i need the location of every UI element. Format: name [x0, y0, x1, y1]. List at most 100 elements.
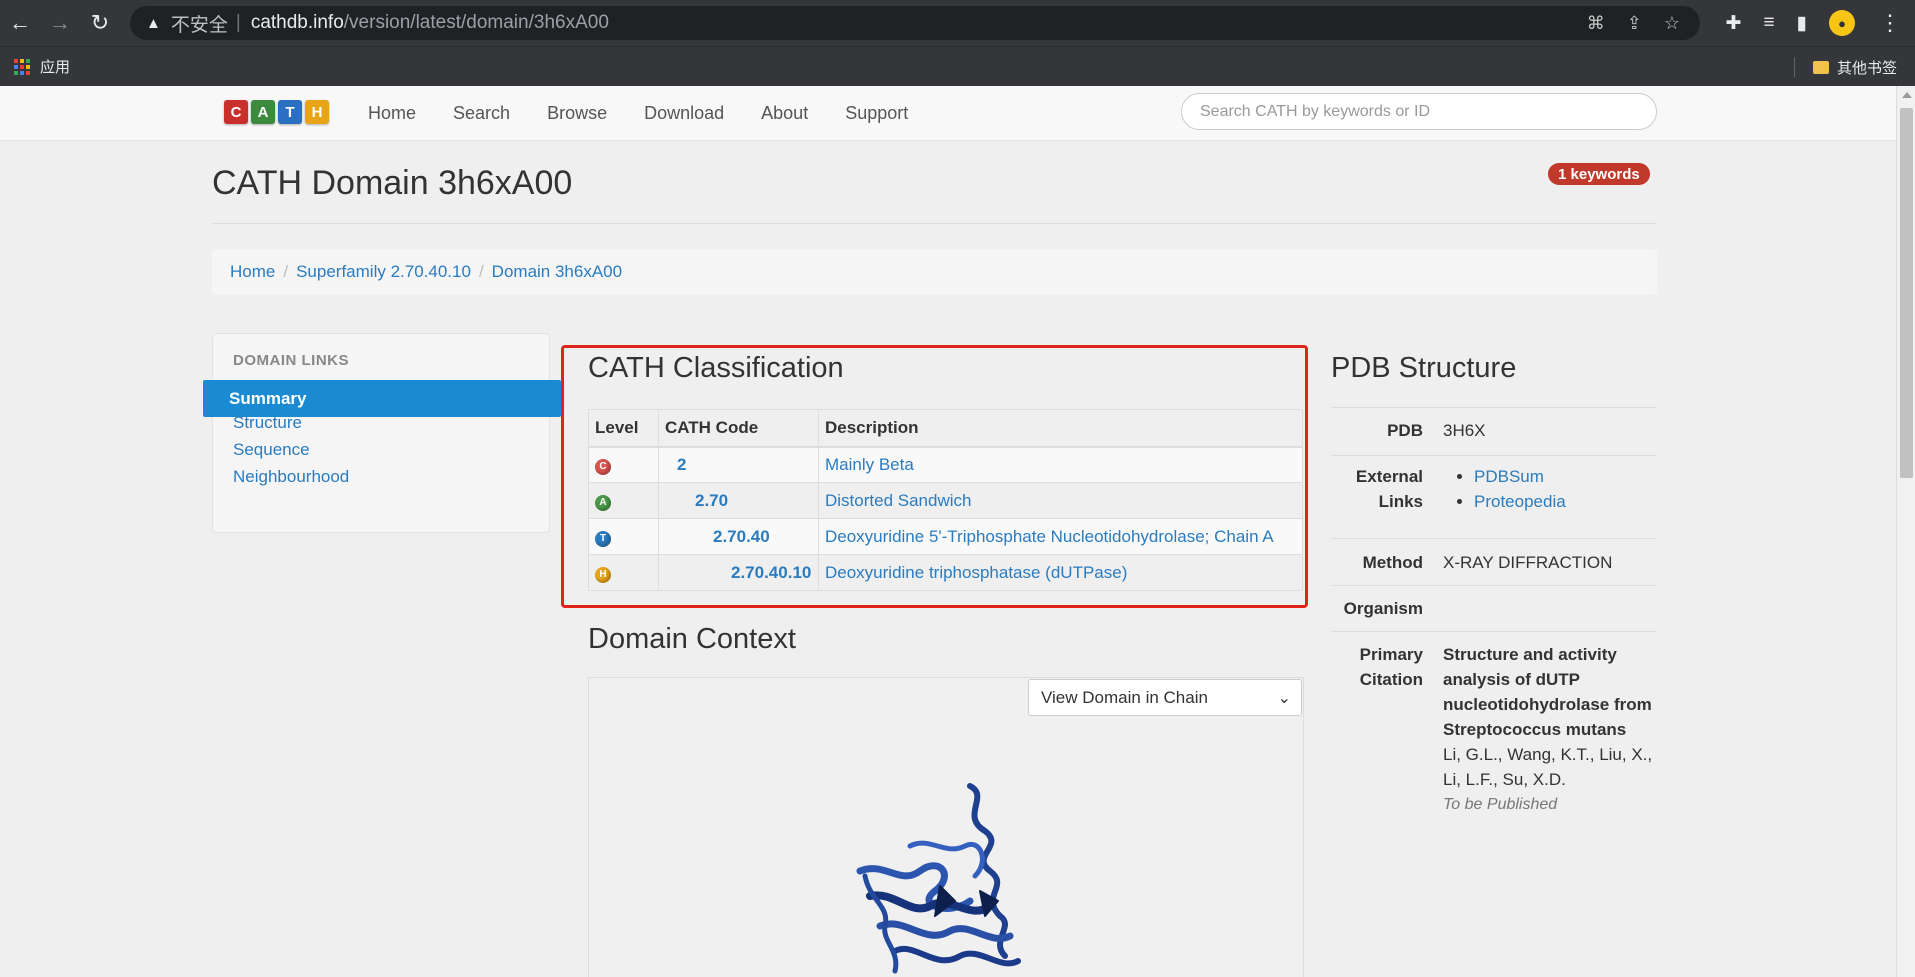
- description-link[interactable]: Deoxyuridine 5'-Triphosphate Nucleotidoh…: [825, 527, 1274, 546]
- description-cell: Deoxyuridine triphosphatase (dUTPase): [818, 554, 1303, 591]
- url-path: /version/latest/domain/3h6xA00: [343, 12, 609, 33]
- description-link[interactable]: Distorted Sandwich: [825, 491, 971, 510]
- citation-title-line: analysis of dUTP: [1443, 670, 1580, 689]
- cath-code-link[interactable]: 2.70.40.10: [665, 563, 811, 582]
- domain-links-sidebar: DOMAIN LINKS Summary Structure Sequence …: [203, 333, 561, 533]
- table-row: A 2.70 Distorted Sandwich: [588, 482, 1303, 519]
- cath-code-link[interactable]: 2: [665, 455, 686, 474]
- site-search-input[interactable]: [1181, 93, 1657, 130]
- forward-button[interactable]: →: [40, 0, 80, 46]
- reading-list-icon[interactable]: ≡: [1763, 12, 1774, 34]
- external-links-list: PDBSum Proteopedia: [1456, 464, 1566, 514]
- classification-table: Level CATH Code Description C 2 Mainly B…: [588, 409, 1303, 591]
- omnibox-actions: ⌘ ⇪ ☆: [1587, 6, 1680, 40]
- classification-title: CATH Classification: [588, 352, 844, 384]
- citation-title: Structure and activity analysis of dUTP …: [1443, 642, 1652, 742]
- extensions-icon[interactable]: ✚: [1726, 12, 1742, 35]
- breadcrumb-separator: /: [283, 262, 289, 281]
- bookmark-apps[interactable]: 应用: [40, 56, 70, 77]
- breadcrumb-domain[interactable]: Domain 3h6xA00: [492, 262, 622, 282]
- pdb-structure-title: PDB Structure: [1331, 352, 1517, 384]
- class-level-icon: C: [595, 459, 611, 476]
- homology-level-icon: H: [595, 567, 611, 583]
- proteopedia-link[interactable]: Proteopedia: [1474, 492, 1566, 511]
- translate-icon[interactable]: ⌘: [1587, 13, 1605, 34]
- pdb-label: PDB: [1387, 421, 1423, 440]
- reload-button[interactable]: ↻: [80, 0, 120, 46]
- description-cell: Deoxyuridine 5'-Triphosphate Nucleotidoh…: [818, 518, 1303, 555]
- side-panel-icon[interactable]: ▮: [1797, 12, 1807, 35]
- other-bookmarks[interactable]: 其他书签: [1812, 47, 1897, 87]
- pdbsum-link[interactable]: PDBSum: [1474, 467, 1544, 486]
- architecture-level-icon: A: [595, 495, 611, 511]
- keywords-badge[interactable]: 1 keywords: [1548, 163, 1650, 185]
- nav-search[interactable]: Search: [453, 103, 510, 124]
- description-link[interactable]: Deoxyuridine triphosphatase (dUTPase): [825, 563, 1127, 582]
- citation-authors-line: Li, L.F., Su, X.D.: [1443, 770, 1566, 789]
- citation-authors-line: Li, G.L., Wang, K.T., Liu, X.,: [1443, 745, 1653, 764]
- profile-avatar-icon[interactable]: ●: [1829, 10, 1855, 36]
- description-cell: Mainly Beta: [818, 446, 1303, 483]
- folder-icon: [1812, 60, 1829, 74]
- address-bar[interactable]: ▲ 不安全 | cathdb.info /version/latest/doma…: [130, 6, 1700, 40]
- citation-title-line: Streptococcus mutans: [1443, 720, 1627, 739]
- cath-logo[interactable]: C A T H: [224, 100, 329, 124]
- browser-menu-icon[interactable]: ⋮: [1879, 0, 1901, 46]
- nav-home[interactable]: Home: [368, 103, 416, 124]
- view-domain-select-value: View Domain in Chain: [1041, 687, 1208, 707]
- level-cell: T: [588, 518, 659, 555]
- other-bookmarks-label: 其他书签: [1836, 59, 1897, 77]
- cath-code-link[interactable]: 2.70.40: [665, 527, 770, 546]
- level-cell: A: [588, 482, 659, 519]
- method-label: Method: [1362, 553, 1423, 572]
- breadcrumb-superfamily[interactable]: Superfamily 2.70.40.10: [296, 262, 471, 282]
- external-links-label-1: External: [1355, 467, 1423, 486]
- col-cath-code: CATH Code: [658, 409, 819, 448]
- level-cell: H: [588, 554, 659, 591]
- cath-code-link[interactable]: 2.70: [665, 491, 728, 510]
- breadcrumb-home[interactable]: Home: [230, 262, 275, 282]
- sidebar-item-sequence[interactable]: Sequence: [233, 440, 310, 460]
- scroll-thumb[interactable]: [1900, 108, 1913, 478]
- pdb-divider: [1331, 538, 1657, 539]
- breadcrumb-separator: /: [478, 262, 484, 281]
- domain-context-title: Domain Context: [588, 623, 796, 655]
- citation-title-line: nucleotidohydrolase from: [1443, 695, 1652, 714]
- pdb-divider: [1331, 585, 1657, 586]
- nav-about[interactable]: About: [761, 103, 808, 124]
- nav-browse[interactable]: Browse: [547, 103, 607, 124]
- table-row: C 2 Mainly Beta: [588, 446, 1303, 483]
- title-divider: [212, 223, 1657, 224]
- pdb-divider: [1331, 455, 1657, 456]
- code-cell: 2.70.40.10: [658, 554, 819, 591]
- bookmark-star-icon[interactable]: ☆: [1664, 13, 1680, 34]
- page-viewport: C A T H Home Search Browse Download Abou…: [0, 86, 1896, 977]
- pdb-divider: [1331, 631, 1657, 632]
- external-links-label-2: Links: [1378, 492, 1423, 511]
- page-scrollbar[interactable]: [1896, 86, 1915, 977]
- main-nav: Home Search Browse Download About Suppor…: [368, 86, 908, 141]
- pdb-divider: [1331, 407, 1657, 408]
- nav-support[interactable]: Support: [845, 103, 908, 124]
- logo-letter-a: A: [251, 100, 275, 124]
- scroll-up-arrow-icon[interactable]: [1902, 92, 1912, 98]
- browser-toolbar: ← → ↻ ▲ 不安全 | cathdb.info /version/lates…: [0, 0, 1915, 46]
- code-cell: 2.70: [658, 482, 819, 519]
- citation-authors: Li, G.L., Wang, K.T., Liu, X., Li, L.F.,…: [1443, 742, 1652, 792]
- logo-letter-h: H: [305, 100, 329, 124]
- pdb-value: 3H6X: [1443, 421, 1486, 440]
- sidebar-item-structure[interactable]: Structure: [233, 413, 302, 433]
- warning-icon: ▲: [146, 14, 161, 32]
- nav-download[interactable]: Download: [644, 103, 724, 124]
- view-domain-select[interactable]: View Domain in Chain ⌄: [1028, 679, 1302, 716]
- description-link[interactable]: Mainly Beta: [825, 455, 914, 474]
- breadcrumb: Home / Superfamily 2.70.40.10 / Domain 3…: [212, 249, 1657, 295]
- logo-letter-t: T: [278, 100, 302, 124]
- sidebar-item-summary[interactable]: Summary: [203, 380, 561, 417]
- sidebar-heading: DOMAIN LINKS: [233, 352, 349, 369]
- table-row: T 2.70.40 Deoxyuridine 5'-Triphosphate N…: [588, 518, 1303, 555]
- col-description: Description: [818, 409, 1303, 448]
- share-icon[interactable]: ⇪: [1627, 13, 1642, 34]
- back-button[interactable]: ←: [0, 0, 40, 46]
- sidebar-item-neighbourhood[interactable]: Neighbourhood: [233, 467, 349, 487]
